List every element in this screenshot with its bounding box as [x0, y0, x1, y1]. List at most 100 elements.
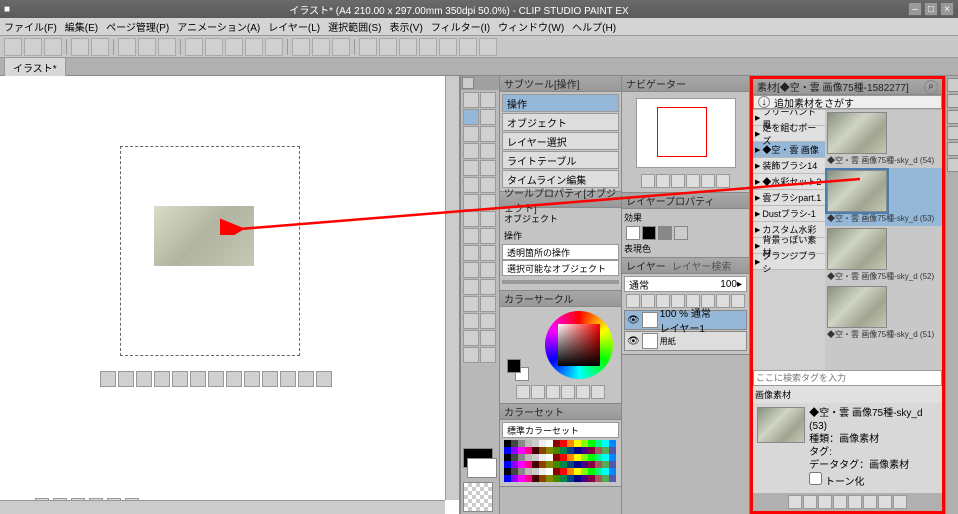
swatch[interactable]	[525, 454, 532, 461]
swatch[interactable]	[574, 461, 581, 468]
tool-lasso[interactable]	[480, 126, 496, 142]
swatch[interactable]	[546, 440, 553, 447]
swatch[interactable]	[532, 440, 539, 447]
tb-tool3[interactable]	[225, 38, 243, 56]
menu-filter[interactable]: フィルター(I)	[431, 19, 490, 34]
swatch[interactable]	[532, 475, 539, 482]
menu-layer[interactable]: レイヤー(L)	[268, 19, 320, 34]
tb-tool5[interactable]	[265, 38, 283, 56]
swatch[interactable]	[560, 461, 567, 468]
tag-item-3[interactable]: 装飾ブラシ14	[753, 158, 825, 174]
menu-select[interactable]: 選択範囲(S)	[328, 19, 381, 34]
swatch[interactable]	[553, 454, 560, 461]
sel-tb-12[interactable]	[298, 371, 314, 387]
sel-tb-4[interactable]	[154, 371, 170, 387]
swatch[interactable]	[525, 468, 532, 475]
material-search-input[interactable]	[753, 370, 942, 386]
close-button[interactable]: ×	[940, 2, 954, 16]
tag-item-6[interactable]: Dustブラシ-1	[753, 206, 825, 222]
menu-page[interactable]: ページ管理(P)	[106, 19, 169, 34]
swatch[interactable]	[595, 440, 602, 447]
mat-b3[interactable]	[818, 495, 832, 509]
ly-t1[interactable]	[626, 294, 640, 308]
tool-pencil[interactable]	[480, 160, 496, 176]
nav-4[interactable]	[686, 174, 700, 188]
swatch[interactable]	[560, 475, 567, 482]
menu-anim[interactable]: アニメーション(A)	[177, 19, 260, 34]
tool-eyedrop[interactable]	[480, 143, 496, 159]
cw-mode4[interactable]	[561, 385, 575, 399]
nav-3[interactable]	[671, 174, 685, 188]
tb-tool8[interactable]	[332, 38, 350, 56]
material-item-0[interactable]: ◆空・雲 画像75種-sky_d (54)	[825, 110, 942, 168]
subtool-group[interactable]: 操作	[502, 94, 619, 112]
tool-x1[interactable]	[463, 296, 479, 312]
swatch[interactable]	[546, 468, 553, 475]
cw-mode3[interactable]	[546, 385, 560, 399]
swatch[interactable]	[588, 440, 595, 447]
mat-b8[interactable]	[893, 495, 907, 509]
nav-2[interactable]	[656, 174, 670, 188]
swatch[interactable]	[588, 447, 595, 454]
mat-b1[interactable]	[788, 495, 802, 509]
swatch[interactable]	[581, 454, 588, 461]
sel-tb-13[interactable]	[316, 371, 332, 387]
tool-pen[interactable]	[463, 160, 479, 176]
mat-b4[interactable]	[833, 495, 847, 509]
tool-x7[interactable]	[463, 347, 479, 363]
swatch[interactable]	[518, 454, 525, 461]
cw-mode1[interactable]	[516, 385, 530, 399]
dd-selectable[interactable]: 選択可能なオブジェクト	[502, 260, 619, 276]
tool-blend[interactable]	[463, 211, 479, 227]
tb-redo[interactable]	[91, 38, 109, 56]
swatch[interactable]	[602, 461, 609, 468]
tb-tool10[interactable]	[379, 38, 397, 56]
tb-tool13[interactable]	[439, 38, 457, 56]
swatch[interactable]	[504, 447, 511, 454]
swatch[interactable]	[504, 468, 511, 475]
sel-tb-3[interactable]	[136, 371, 152, 387]
tag-item-4[interactable]: ◆水彩セット2	[753, 174, 825, 190]
swatch[interactable]	[595, 475, 602, 482]
swatch[interactable]	[581, 475, 588, 482]
tb-open[interactable]	[24, 38, 42, 56]
swatch[interactable]	[574, 454, 581, 461]
tag-item-1[interactable]: 足を組むポーズ	[753, 126, 825, 142]
swatch[interactable]	[539, 475, 546, 482]
tool-gradient[interactable]	[463, 228, 479, 244]
swatch[interactable]	[532, 468, 539, 475]
swatch[interactable]	[511, 440, 518, 447]
swatch[interactable]	[602, 447, 609, 454]
sel-tb-2[interactable]	[118, 371, 134, 387]
swatch[interactable]	[553, 468, 560, 475]
swatch[interactable]	[567, 440, 574, 447]
tb-tool4[interactable]	[245, 38, 263, 56]
tool-marquee[interactable]	[463, 126, 479, 142]
tool-x5[interactable]	[463, 330, 479, 346]
tool-ruler[interactable]	[480, 245, 496, 261]
vscroll[interactable]	[445, 76, 459, 500]
tool-zoom[interactable]	[463, 92, 479, 108]
tool-x2[interactable]	[480, 296, 496, 312]
col1-hdr[interactable]	[462, 77, 474, 89]
placed-material-image[interactable]	[154, 206, 254, 266]
tb-cut[interactable]	[118, 38, 136, 56]
tb-tool2[interactable]	[205, 38, 223, 56]
tag-item-2[interactable]: ◆空・雲 画像	[753, 142, 825, 158]
menu-edit[interactable]: 編集(E)	[65, 19, 98, 34]
ly-t2[interactable]	[641, 294, 655, 308]
tool-3d[interactable]	[480, 279, 496, 295]
tool-x8[interactable]	[480, 347, 496, 363]
swatch[interactable]	[567, 461, 574, 468]
swatch[interactable]	[518, 447, 525, 454]
swatch[interactable]	[511, 475, 518, 482]
hscroll[interactable]	[0, 500, 445, 514]
tool-fill[interactable]	[480, 211, 496, 227]
color-palette[interactable]	[502, 438, 619, 484]
bg-color-swatch[interactable]	[467, 458, 497, 478]
eye-icon[interactable]: 👁	[627, 336, 640, 347]
swatch[interactable]	[567, 447, 574, 454]
tool-frame[interactable]	[463, 245, 479, 261]
tb-tool15[interactable]	[479, 38, 497, 56]
strip-1[interactable]	[947, 78, 958, 92]
